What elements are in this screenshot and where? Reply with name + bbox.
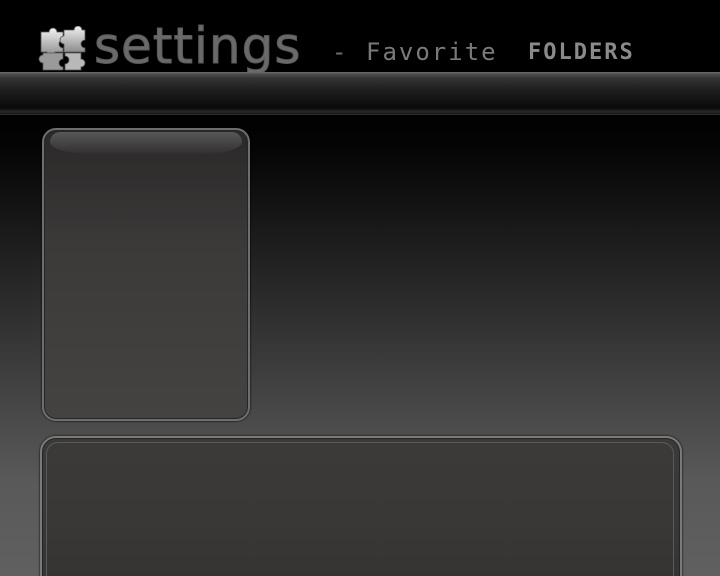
folder-details-panel[interactable] <box>40 436 682 576</box>
puzzle-pieces-icon <box>38 26 86 71</box>
folder-list-panel[interactable] <box>42 128 250 421</box>
header-divider-bar <box>0 72 720 115</box>
title-separator: - <box>332 38 347 66</box>
settings-screen: settings - Favorite FOLDERS <box>0 0 720 576</box>
title-subtitle-accent: FOLDERS <box>528 40 635 65</box>
title-subtitle: Favorite <box>366 38 498 66</box>
panel-inner-edge <box>46 442 674 576</box>
panel-gloss <box>50 132 242 154</box>
title-settings: settings <box>93 17 302 75</box>
divider-gloss <box>0 72 720 90</box>
header-bar: settings - Favorite FOLDERS <box>0 0 720 75</box>
